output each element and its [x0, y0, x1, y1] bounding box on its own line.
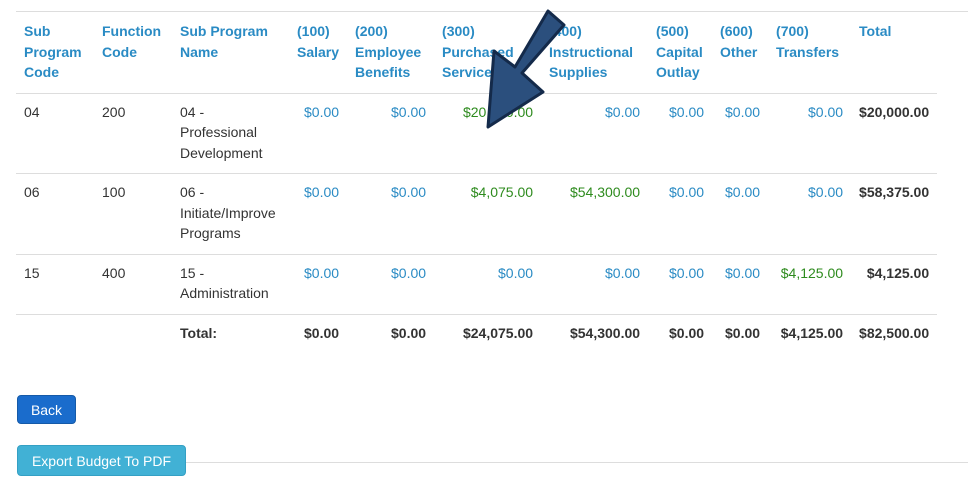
- benefits-link[interactable]: $0.00: [347, 92, 435, 174]
- totals-row: Total: $0.00 $0.00 $24,075.00 $54,300.00…: [16, 313, 938, 353]
- sub-program-code: 15: [16, 253, 94, 314]
- salary-link[interactable]: $0.00: [289, 92, 348, 174]
- transfers-link[interactable]: $0.00: [768, 173, 852, 254]
- col-header-sub-program-name[interactable]: Sub Program Name: [172, 12, 289, 93]
- benefits-link[interactable]: $0.00: [347, 253, 435, 314]
- supplies-link[interactable]: $0.00: [541, 253, 649, 314]
- total-salary: $0.00: [289, 313, 348, 353]
- row-total: $4,125.00: [851, 253, 938, 314]
- totals-label: Total:: [172, 313, 289, 353]
- arrow-shape: [486, 9, 566, 129]
- arrow-down-left-icon: [486, 9, 566, 129]
- sub-program-name: 15 - Administration: [172, 253, 289, 314]
- services-link[interactable]: $4,075.00: [434, 173, 542, 254]
- col-header-total[interactable]: Total: [851, 12, 937, 93]
- export-pdf-button[interactable]: Export Budget To PDF: [17, 445, 186, 476]
- other-link[interactable]: $0.00: [712, 92, 769, 174]
- function-code: 200: [94, 92, 172, 174]
- col-header-employee-benefits[interactable]: (200) Employee Benefits: [347, 12, 434, 93]
- col-header-sub-program-code[interactable]: Sub Program Code: [16, 12, 94, 93]
- total-benefits: $0.00: [347, 313, 435, 353]
- footer-divider: [186, 462, 968, 463]
- grand-total: $82,500.00: [851, 313, 938, 353]
- total-services: $24,075.00: [434, 313, 542, 353]
- col-header-salary[interactable]: (100) Salary: [289, 12, 347, 93]
- row-total: $58,375.00: [851, 173, 938, 254]
- total-other: $0.00: [712, 313, 769, 353]
- sub-program-code: 04: [16, 92, 94, 174]
- other-link[interactable]: $0.00: [712, 253, 769, 314]
- total-supplies: $54,300.00: [541, 313, 649, 353]
- benefits-link[interactable]: $0.00: [347, 173, 435, 254]
- other-link[interactable]: $0.00: [712, 173, 769, 254]
- function-code: 400: [94, 253, 172, 314]
- salary-link[interactable]: $0.00: [289, 253, 348, 314]
- col-header-function-code[interactable]: Function Code: [94, 12, 172, 93]
- transfers-link[interactable]: $0.00: [768, 92, 852, 174]
- sub-program-name: 06 - Initiate/Improve Programs: [172, 173, 289, 254]
- supplies-link[interactable]: $54,300.00: [541, 173, 649, 254]
- col-header-capital-outlay[interactable]: (500) Capital Outlay: [648, 12, 712, 93]
- total-capital: $0.00: [648, 313, 713, 353]
- capital-link[interactable]: $0.00: [648, 253, 713, 314]
- sub-program-name: 04 - Professional Development: [172, 92, 289, 174]
- total-transfers: $4,125.00: [768, 313, 852, 353]
- salary-link[interactable]: $0.00: [289, 173, 348, 254]
- sub-program-code: 06: [16, 173, 94, 254]
- function-code: 100: [94, 173, 172, 254]
- table-row: 15 400 15 - Administration $0.00 $0.00 $0…: [16, 253, 938, 314]
- col-header-transfers[interactable]: (700) Transfers: [768, 12, 851, 93]
- capital-link[interactable]: $0.00: [648, 173, 713, 254]
- col-header-other[interactable]: (600) Other: [712, 12, 768, 93]
- back-button[interactable]: Back: [17, 395, 76, 424]
- services-link[interactable]: $0.00: [434, 253, 542, 314]
- capital-link[interactable]: $0.00: [648, 92, 713, 174]
- transfers-link[interactable]: $4,125.00: [768, 253, 852, 314]
- table-row: 06 100 06 - Initiate/Improve Programs $0.0…: [16, 173, 938, 254]
- row-total: $20,000.00: [851, 92, 938, 174]
